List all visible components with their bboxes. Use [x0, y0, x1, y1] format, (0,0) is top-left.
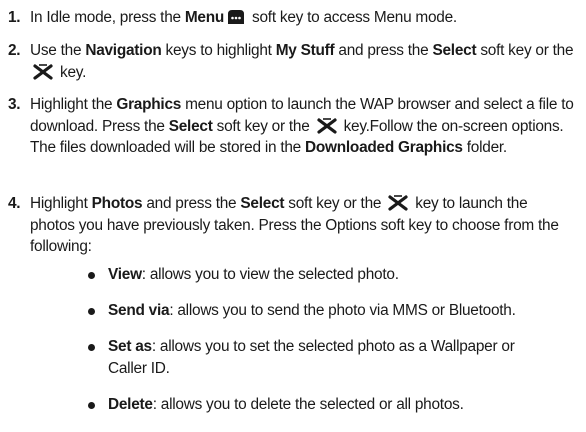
- bullet-dot: [88, 272, 95, 279]
- select-key-icon: [33, 63, 53, 80]
- step-text: Use the Navigation keys to highlight My …: [30, 42, 574, 81]
- bullet-text: Delete: allows you to delete the selecte…: [108, 396, 464, 413]
- step-text: Highlight the Graphics menu option to la…: [30, 96, 574, 156]
- bullet-dot: [88, 344, 95, 351]
- bullet-dot: [88, 402, 95, 409]
- bullet-text: Set as: allows you to set the selected p…: [108, 338, 515, 377]
- step-number: 2.: [8, 42, 21, 59]
- menu-softkey-icon: [228, 10, 245, 24]
- step-text: In Idle mode, press the Menu soft key to…: [30, 9, 457, 26]
- step-number: 4.: [8, 195, 21, 212]
- step-number: 3.: [8, 96, 21, 113]
- step-number: 1.: [8, 9, 21, 26]
- step-text: Highlight Photos and press the Select so…: [30, 195, 559, 255]
- select-key-icon: [388, 195, 408, 211]
- bullet-dot: [88, 308, 95, 315]
- bullet-text: Send via: allows you to send the photo v…: [108, 302, 516, 319]
- bullet-text: View: allows you to view the selected ph…: [108, 266, 399, 283]
- select-key-icon: [316, 117, 337, 134]
